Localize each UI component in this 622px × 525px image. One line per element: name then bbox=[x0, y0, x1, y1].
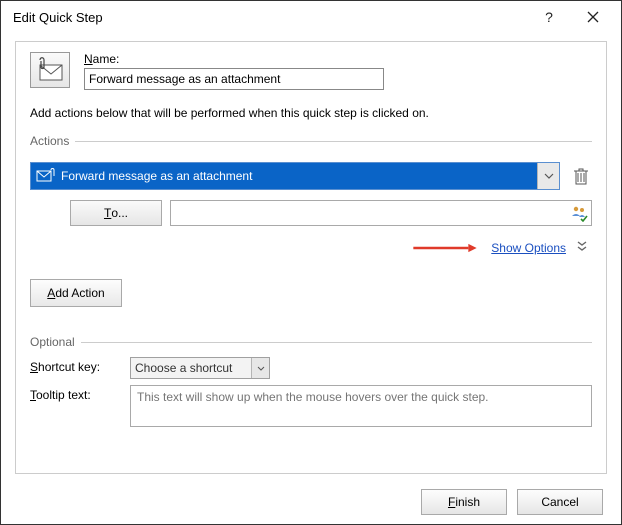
people-check-icon bbox=[570, 204, 588, 222]
action-type-select[interactable]: Forward message as an attachment bbox=[30, 162, 560, 190]
shortcut-selected: Choose a shortcut bbox=[135, 361, 232, 375]
forward-attachment-icon bbox=[35, 166, 57, 186]
add-action-button[interactable]: Add Action bbox=[30, 279, 122, 307]
chevron-down-icon bbox=[544, 173, 554, 179]
instructions-text: Add actions below that will be performed… bbox=[30, 106, 592, 120]
name-label: Name: bbox=[84, 52, 592, 66]
envelope-clip-icon bbox=[35, 57, 65, 83]
to-input[interactable] bbox=[170, 200, 592, 226]
shortcut-label: Shortcut key: bbox=[30, 357, 130, 374]
annotation-arrow bbox=[405, 243, 485, 253]
delete-action-button[interactable] bbox=[570, 166, 592, 186]
dialog-title: Edit Quick Step bbox=[13, 10, 527, 25]
help-button[interactable]: ? bbox=[527, 3, 571, 31]
cancel-button[interactable]: Cancel bbox=[517, 489, 603, 515]
trash-icon bbox=[573, 166, 589, 186]
name-input[interactable] bbox=[84, 68, 384, 90]
actions-section-label: Actions bbox=[30, 134, 592, 148]
titlebar: Edit Quick Step ? bbox=[1, 1, 621, 33]
dialog-footer: Finish Cancel bbox=[1, 480, 621, 524]
chevron-down-icon bbox=[257, 366, 265, 371]
shortcut-select[interactable]: Choose a shortcut bbox=[130, 357, 270, 379]
action-type-dropdown-arrow[interactable] bbox=[537, 163, 559, 189]
show-options-link[interactable]: Show Options bbox=[491, 241, 566, 255]
dialog-content: Name: Add actions below that will be per… bbox=[15, 41, 607, 474]
tooltip-textarea[interactable] bbox=[130, 385, 592, 427]
close-icon bbox=[587, 11, 599, 23]
close-button[interactable] bbox=[571, 3, 615, 31]
action-type-selected: Forward message as an attachment bbox=[61, 169, 252, 183]
quickstep-icon bbox=[30, 52, 70, 88]
optional-section-label: Optional bbox=[30, 335, 592, 349]
finish-button[interactable]: Finish bbox=[421, 489, 507, 515]
check-names-button[interactable] bbox=[569, 203, 589, 223]
to-button[interactable]: To... bbox=[70, 200, 162, 226]
expand-chevron-icon[interactable] bbox=[576, 240, 588, 255]
shortcut-dropdown-arrow[interactable] bbox=[251, 358, 269, 378]
tooltip-label: Tooltip text: bbox=[30, 385, 130, 402]
